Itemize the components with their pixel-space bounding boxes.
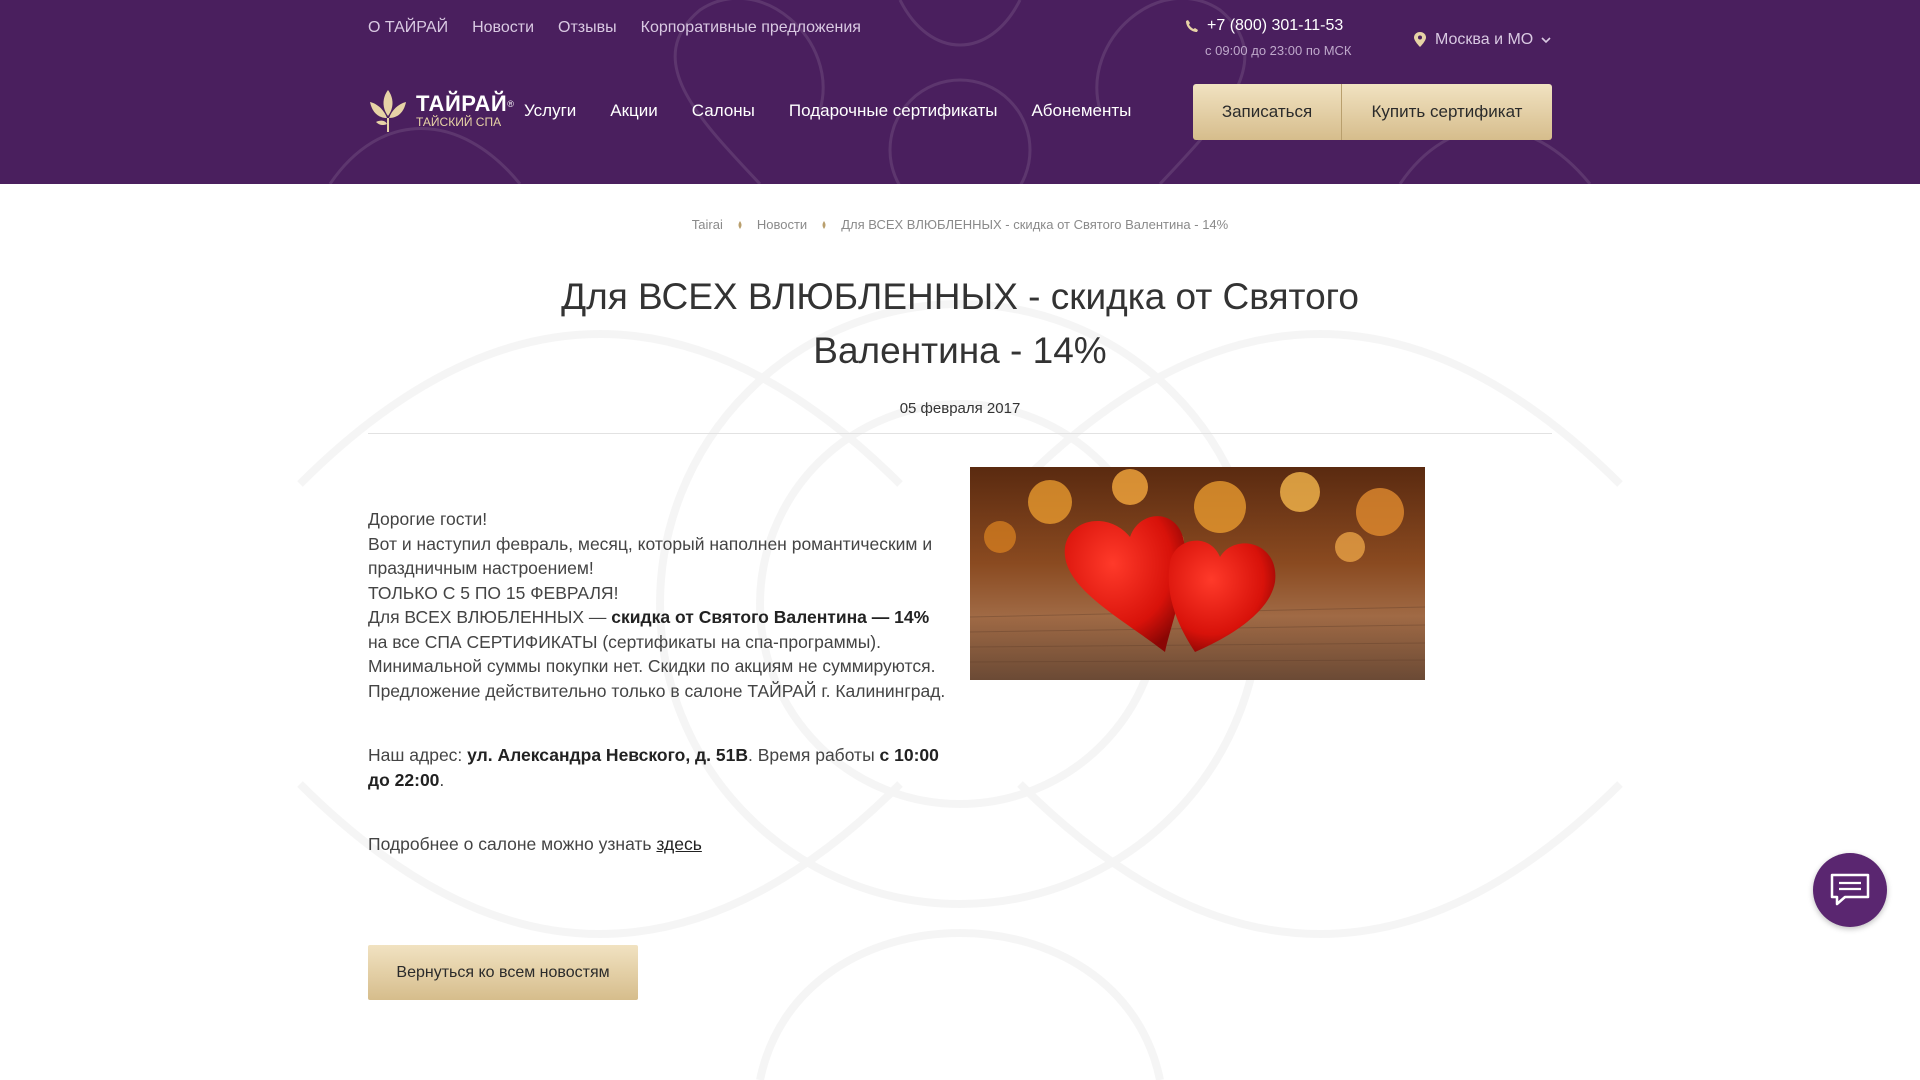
top-link-news[interactable]: Новости [472,19,534,37]
buy-certificate-button[interactable]: Купить сертификат [1342,84,1552,140]
divider [368,433,1552,434]
top-nav: О ТАЙРАЙ Новости Отзывы Корпоративные пр… [368,19,861,37]
city-label: Москва и МО [1435,31,1534,48]
main-nav: Услуги Акции Салоны Подарочные сертифика… [524,101,1131,121]
nav-promotions[interactable]: Акции [610,101,658,121]
breadcrumb-current: Для ВСЕХ ВЛЮБЛЕННЫХ - скидка от Святого … [841,217,1229,232]
nav-gift-certificates[interactable]: Подарочные сертификаты [789,101,998,121]
city-selector[interactable]: Москва и МО [1413,31,1551,49]
page-title: Для ВСЕХ ВЛЮБЛЕННЫХ - скидка от Святого … [561,276,1359,371]
map-pin-icon [1414,32,1426,47]
header-buttons: Записаться Купить сертификат [1193,84,1552,140]
phone-hours: с 09:00 до 23:00 по МСК [1205,43,1352,58]
chevron-down-icon [1541,37,1551,44]
article-greeting: Дорогие гости! [368,509,488,529]
site-header: О ТАЙРАЙ Новости Отзывы Корпоративные пр… [0,0,1920,184]
hearts-image [970,467,1425,680]
breadcrumb-news[interactable]: Новости [757,217,807,232]
nav-services[interactable]: Услуги [524,101,576,121]
signup-button[interactable]: Записаться [1193,84,1342,140]
article-line-1: Вот и наступил февраль, месяц, который н… [368,533,933,579]
chat-icon [1830,873,1870,906]
breadcrumb: Tairai Новости Для ВСЕХ ВЛЮБЛЕННЫХ - ски… [0,217,1920,232]
header-ornament [328,0,1592,184]
article-line-2: ТОЛЬКО С 5 ПО 15 ФЕВРАЛЯ! [368,582,619,603]
nav-salons[interactable]: Салоны [692,101,755,121]
phone-block: +7 (800) 301-11-53 с 09:00 до 23:00 по М… [1185,17,1352,58]
article-line-5: Предложение действительно только в салон… [368,680,946,701]
top-link-corporate[interactable]: Корпоративные предложения [641,19,861,37]
salon-details-link[interactable]: здесь [656,834,701,854]
nav-subscriptions[interactable]: Абонементы [1031,101,1131,121]
chat-button[interactable] [1813,853,1887,927]
article-address: Наш адрес: ул. Александра Невского, д. 5… [368,745,939,790]
article-line-3: Для ВСЕХ ВЛЮБЛЕННЫХ — скидка от Святого … [368,607,930,652]
phone-icon [1186,20,1198,32]
lotus-logo-icon [370,90,406,132]
article-line-4: Минимальной суммы покупки нет. Скидки по… [368,656,936,676]
back-to-news-button[interactable]: Вернуться ко всем новостям [368,945,638,1000]
article-more: Подробнее о салоне можно узнать здесь [368,834,702,854]
phone-number[interactable]: +7 (800) 301-11-53 [1207,17,1343,35]
top-link-about[interactable]: О ТАЙРАЙ [368,19,448,37]
logo-subtitle: ТАЙСКИЙ СПА [416,115,502,129]
logo-title: ТАЙРАЙ® [416,91,515,116]
leaf-separator-icon [822,220,826,229]
logo[interactable]: ТАЙРАЙ® ТАЙСКИЙ СПА [368,88,514,134]
top-link-reviews[interactable]: Отзывы [558,19,617,37]
publish-date: 05 февраля 2017 [899,400,1021,417]
article-body: Дорогие гости! Вот и наступил февраль, м… [368,507,948,857]
breadcrumb-home[interactable]: Tairai [692,217,723,232]
leaf-separator-icon [738,220,742,229]
